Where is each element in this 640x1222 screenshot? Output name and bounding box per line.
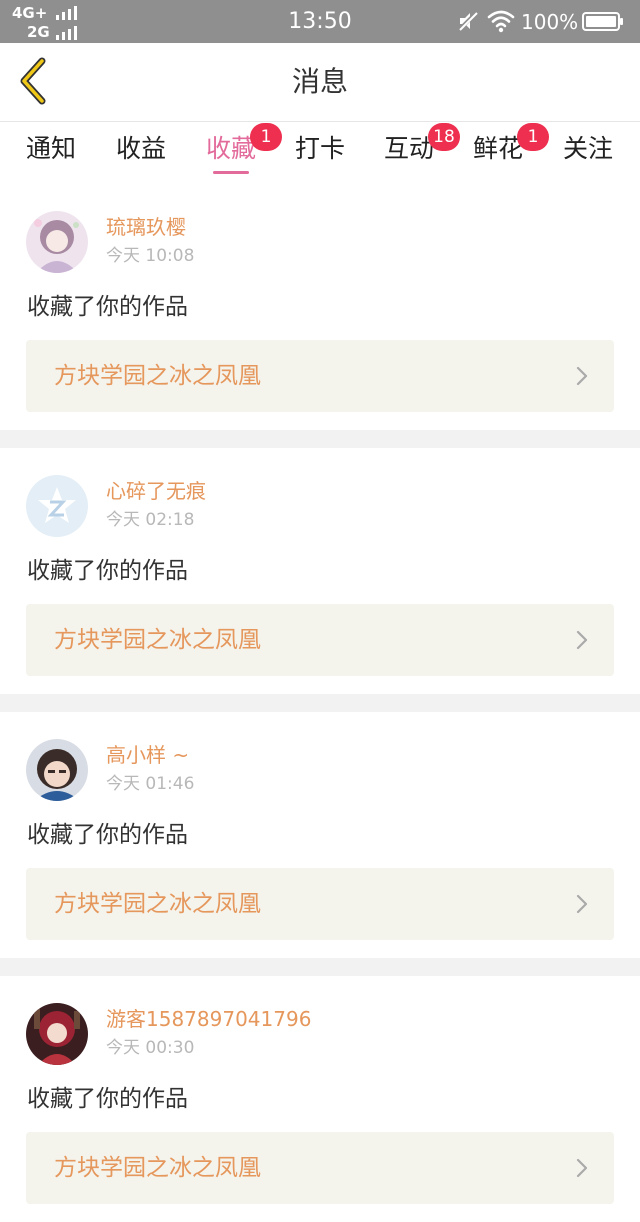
tab-following[interactable]: 关注: [553, 134, 623, 178]
tab-label: 收益: [115, 134, 166, 163]
username[interactable]: 高小样 ~: [106, 742, 189, 768]
action-text: 收藏了你的作品: [27, 1086, 188, 1112]
action-text: 收藏了你的作品: [27, 294, 188, 320]
badge-count: 18: [428, 123, 460, 151]
work-link[interactable]: 方块学园之冰之凤凰: [26, 868, 614, 940]
signal-icon: [56, 6, 77, 20]
tab-label: 关注: [562, 134, 613, 163]
tab-favorites[interactable]: 收藏 1: [196, 123, 282, 178]
status-bar: 4G+ 2G 13:50 100%: [0, 0, 640, 43]
tab-label: 互动: [383, 134, 434, 163]
work-link[interactable]: 方块学园之冰之凤凰: [26, 604, 614, 676]
nav-bar: 消息: [0, 43, 640, 122]
wifi-icon: [487, 10, 515, 33]
chevron-right-icon: [576, 366, 588, 386]
divider: [0, 694, 640, 712]
avatar[interactable]: [26, 739, 88, 801]
chevron-right-icon: [576, 1158, 588, 1178]
avatar[interactable]: [26, 1003, 88, 1065]
badge-count: 1: [517, 123, 549, 151]
username[interactable]: 游客1587897041796: [106, 1006, 311, 1032]
tab-bar: 通知 收益 收藏 1 打卡 互动 18 鲜花 1 关注: [0, 122, 640, 184]
tab-flowers[interactable]: 鲜花 1: [463, 123, 549, 178]
tab-label: 收藏: [205, 134, 256, 163]
timestamp: 今天 00:30: [106, 1038, 195, 1058]
tab-label: 通知: [25, 134, 76, 163]
tab-interactions[interactable]: 互动 18: [374, 123, 460, 178]
page-title: 消息: [291, 65, 348, 98]
chevron-right-icon: [576, 630, 588, 650]
timestamp: 今天 02:18: [106, 510, 195, 530]
mute-icon: [457, 10, 479, 32]
timestamp: 今天 10:08: [106, 246, 195, 266]
tab-notifications[interactable]: 通知: [16, 134, 86, 178]
battery-icon: [582, 12, 623, 31]
battery-percentage: 100%: [521, 10, 579, 34]
tab-earnings[interactable]: 收益: [106, 134, 176, 178]
divider: [0, 958, 640, 976]
username[interactable]: 琉璃玖樱: [106, 214, 186, 240]
work-link[interactable]: 方块学园之冰之凤凰: [26, 340, 614, 412]
divider: [0, 430, 640, 448]
tab-label: 鲜花: [472, 134, 523, 163]
network-label-primary: 4G+: [12, 4, 48, 22]
avatar[interactable]: [26, 211, 88, 273]
avatar[interactable]: [26, 475, 88, 537]
list-item: 游客1587897041796 今天 00:30 收藏了你的作品 方块学园之冰之…: [0, 976, 640, 1222]
active-tab-indicator: [213, 171, 249, 174]
tab-label: 打卡: [294, 134, 345, 163]
action-text: 收藏了你的作品: [27, 558, 188, 584]
list-item: 高小样 ~ 今天 01:46 收藏了你的作品 方块学园之冰之凤凰: [0, 712, 640, 958]
work-title: 方块学园之冰之凤凰: [54, 627, 261, 653]
work-title: 方块学园之冰之凤凰: [54, 363, 261, 389]
list-item: 琉璃玖樱 今天 10:08 收藏了你的作品 方块学园之冰之凤凰: [0, 184, 640, 430]
work-title: 方块学园之冰之凤凰: [54, 1155, 261, 1181]
list-item: 心碎了无痕 今天 02:18 收藏了你的作品 方块学园之冰之凤凰: [0, 448, 640, 694]
username[interactable]: 心碎了无痕: [106, 478, 206, 504]
action-text: 收藏了你的作品: [27, 822, 188, 848]
network-indicator: 4G+ 2G: [12, 2, 92, 42]
signal-icon: [56, 26, 77, 40]
tab-checkin[interactable]: 打卡: [285, 134, 355, 178]
work-title: 方块学园之冰之凤凰: [54, 891, 261, 917]
notification-feed: 琉璃玖樱 今天 10:08 收藏了你的作品 方块学园之冰之凤凰 心碎了无痕 今天…: [0, 184, 640, 1222]
badge-count: 1: [250, 123, 282, 151]
chevron-right-icon: [576, 894, 588, 914]
work-link[interactable]: 方块学园之冰之凤凰: [26, 1132, 614, 1204]
network-label-secondary: 2G: [27, 23, 50, 41]
timestamp: 今天 01:46: [106, 774, 195, 794]
